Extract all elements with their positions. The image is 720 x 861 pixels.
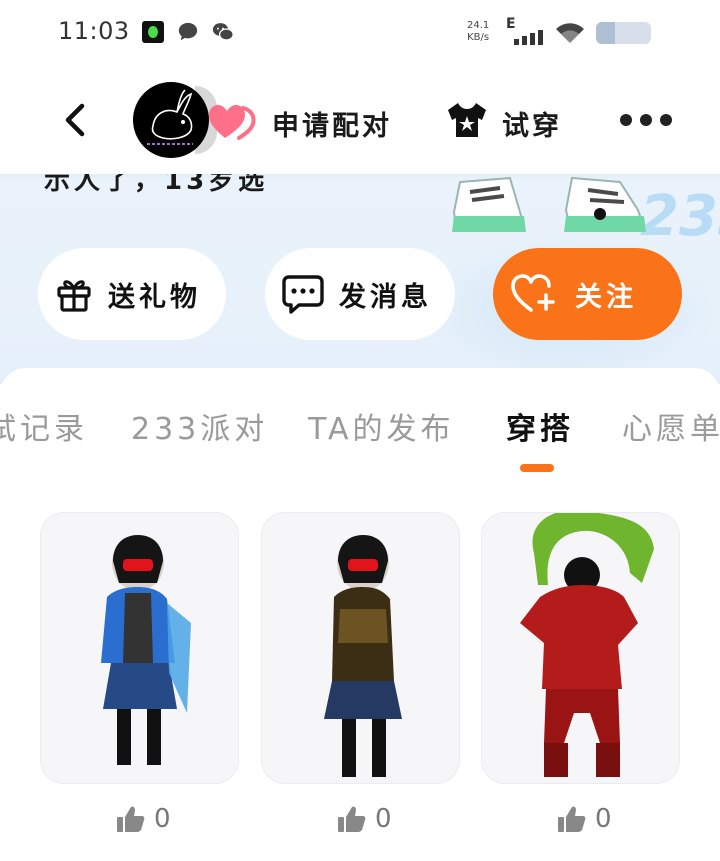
follow-button[interactable]: 关注 — [493, 248, 682, 340]
try-on-label[interactable]: 试穿 — [502, 104, 562, 143]
bio-text: 示人了，13岁选 — [44, 174, 269, 196]
like-count: 0 — [375, 804, 392, 834]
pair-request-label[interactable]: 申请配对 — [272, 104, 392, 143]
heart-plus-icon — [511, 274, 555, 312]
badge-233: 233 — [640, 184, 720, 249]
like-count: 0 — [595, 804, 612, 834]
status-time: 11:03 — [58, 17, 130, 45]
more-icon[interactable] — [620, 114, 672, 126]
battery-fill — [596, 22, 615, 44]
rabbit-logo-icon — [147, 89, 193, 145]
pair-heart-icon[interactable] — [207, 102, 259, 142]
tab-wishlist[interactable]: 心愿单 — [622, 404, 720, 448]
profile-hero: 示人了，13岁选 233 送礼物 发消息 关注 — [0, 174, 720, 384]
like-row[interactable]: 0 — [116, 804, 171, 834]
wifi-icon — [556, 23, 584, 43]
like-count: 0 — [154, 804, 171, 834]
message-icon — [282, 275, 324, 314]
avatar-red-costume-icon — [520, 513, 654, 777]
wechat-icon — [212, 23, 234, 41]
tshirt-icon[interactable] — [444, 100, 490, 140]
send-gift-label: 送礼物 — [108, 281, 201, 313]
signal-icon — [514, 30, 543, 45]
content-sheet: 试记录 233派对 TA的发布 穿搭 心愿单 0 0 0 — [0, 368, 720, 861]
tab-outfits[interactable]: 穿搭 — [506, 404, 574, 448]
net-speed-unit: KB/s — [467, 32, 490, 43]
thumbs-up-icon — [338, 806, 366, 832]
music-app-icon — [142, 21, 164, 43]
active-tab-indicator — [520, 464, 554, 472]
left-shoe-icon — [452, 176, 526, 232]
thumbs-up-icon — [117, 806, 145, 832]
tab-233-party[interactable]: 233派对 — [131, 404, 268, 448]
follow-label: 关注 — [575, 281, 637, 313]
tab-posts[interactable]: TA的发布 — [308, 404, 455, 448]
profile-tabs: 试记录 233派对 TA的发布 穿搭 心愿单 — [0, 404, 720, 447]
outfit-card[interactable] — [481, 512, 680, 784]
tab-records[interactable]: 试记录 — [0, 404, 88, 448]
avatar-black-outfit-icon — [324, 535, 402, 777]
battery-icon — [596, 22, 651, 44]
avatar-blue-outfit-icon — [101, 535, 191, 765]
send-gift-button[interactable]: 送礼物 — [38, 248, 226, 340]
outfit-card[interactable] — [261, 512, 460, 784]
outfit-card[interactable] — [40, 512, 239, 784]
thumbs-up-icon — [558, 806, 586, 832]
avatar[interactable] — [133, 82, 209, 158]
gift-icon — [57, 280, 91, 312]
status-bar: 11:03 24.1 KB/s E — [0, 0, 720, 66]
like-row[interactable]: 0 — [557, 804, 612, 834]
avatar-pair[interactable] — [133, 82, 217, 158]
net-speed: 24.1 KB/s — [467, 20, 489, 44]
right-shoe-icon — [564, 176, 646, 232]
like-row[interactable]: 0 — [337, 804, 392, 834]
net-speed-value: 24.1 — [467, 20, 490, 31]
chat-bubble-icon — [178, 22, 198, 41]
back-icon[interactable] — [56, 100, 96, 140]
send-message-button[interactable]: 发消息 — [265, 248, 455, 340]
profile-header: 申请配对 试穿 — [0, 66, 720, 174]
send-message-label: 发消息 — [339, 281, 432, 313]
